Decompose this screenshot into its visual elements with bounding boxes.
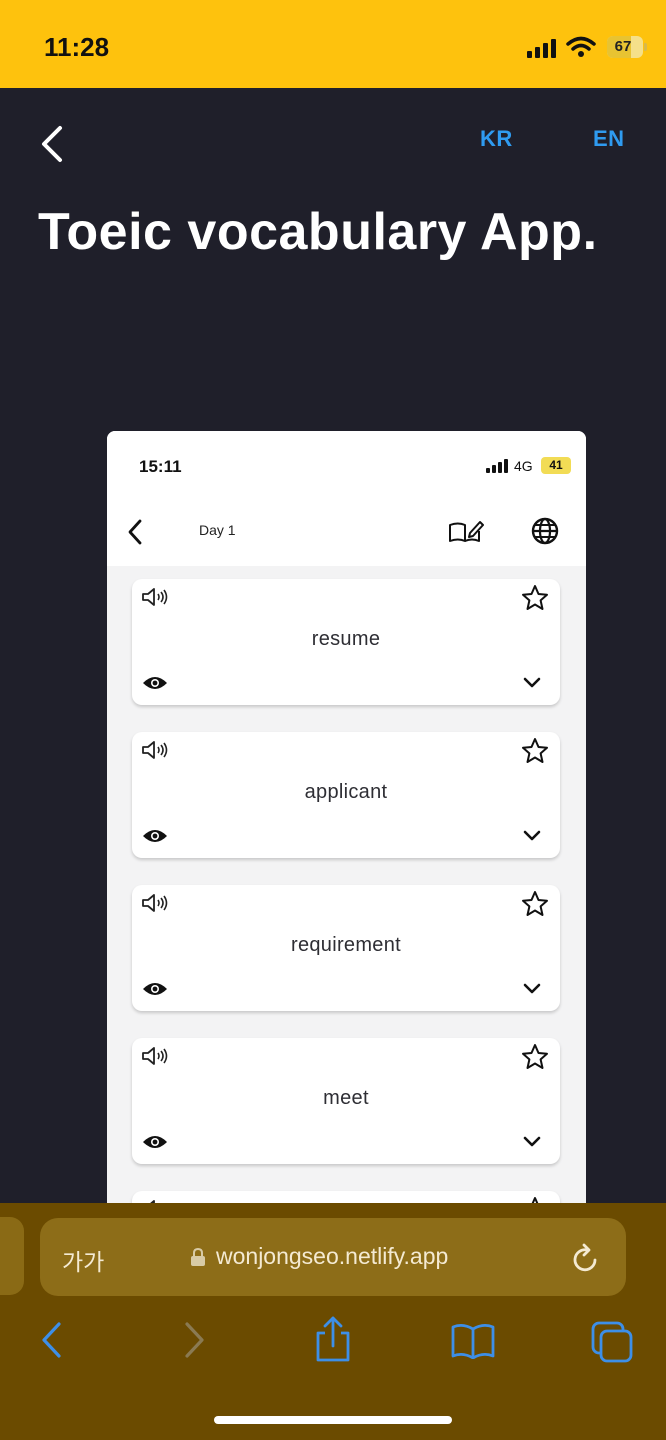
word-text: resume — [311, 628, 381, 650]
status-bar: 11:28 67 — [0, 0, 666, 88]
eye-icon — [143, 983, 167, 995]
speaker-icon — [142, 588, 168, 606]
eye-icon — [143, 1136, 167, 1148]
share-icon[interactable] — [313, 1315, 353, 1363]
app-signal-icon — [486, 459, 508, 473]
app-battery-icon: 41 — [541, 457, 571, 474]
chevron-down-icon — [523, 983, 541, 994]
url-text: wonjongseo.netlify.app — [216, 1243, 449, 1269]
word-text: meet — [323, 1087, 369, 1109]
previous-tab-peek[interactable] — [0, 1217, 24, 1295]
app-screenshot: 15:11 4G 41 Day 1 resume applicant requi… — [107, 431, 586, 1231]
address-bar[interactable]: 가가 wonjongseo.netlify.app — [40, 1218, 626, 1296]
star-icon — [522, 738, 548, 763]
language-kr-button[interactable]: KR — [480, 126, 513, 152]
status-time: 11:28 — [44, 32, 110, 62]
chevron-down-icon — [523, 1136, 541, 1147]
star-icon — [522, 1044, 548, 1069]
lock-icon — [191, 1247, 205, 1266]
text-size-button[interactable]: 가가 — [62, 1243, 104, 1277]
app-header: 15:11 4G 41 Day 1 — [107, 431, 586, 566]
day-title: Day 1 — [199, 522, 236, 538]
home-indicator — [214, 1416, 452, 1424]
app-network-label: 4G — [514, 458, 533, 474]
word-text: applicant — [304, 781, 388, 803]
eye-icon — [143, 830, 167, 842]
word-card: meet — [132, 1038, 560, 1164]
word-card: resume — [132, 579, 560, 705]
language-en-button[interactable]: EN — [593, 126, 625, 152]
speaker-icon — [142, 741, 168, 759]
eye-icon — [143, 677, 167, 689]
battery-icon: 67 — [607, 36, 647, 58]
star-icon — [522, 891, 548, 916]
signal-icon — [527, 39, 556, 58]
reload-icon[interactable] — [572, 1241, 602, 1273]
globe-icon — [531, 517, 559, 545]
browser-back-icon[interactable] — [38, 1319, 66, 1361]
page-title: Toeic vocabulary App. — [38, 203, 598, 261]
battery-level: 67 — [614, 38, 632, 55]
word-card: applicant — [132, 732, 560, 858]
book-edit-icon — [449, 521, 484, 542]
chevron-down-icon — [523, 830, 541, 841]
word-card: requirement — [132, 885, 560, 1011]
speaker-icon — [142, 894, 168, 912]
browser-toolbar: 가가 wonjongseo.netlify.app — [0, 1203, 666, 1440]
app-status-time: 15:11 — [139, 457, 182, 476]
app-back-icon — [128, 519, 142, 545]
wifi-icon — [566, 36, 596, 57]
back-chevron-icon[interactable] — [36, 122, 68, 166]
browser-forward-icon[interactable] — [180, 1319, 208, 1361]
chevron-down-icon — [523, 677, 541, 688]
tabs-icon[interactable] — [590, 1320, 634, 1364]
bookmarks-icon[interactable] — [450, 1323, 496, 1359]
star-icon — [522, 585, 548, 610]
speaker-icon — [142, 1047, 168, 1065]
word-text: requirement — [290, 934, 402, 956]
